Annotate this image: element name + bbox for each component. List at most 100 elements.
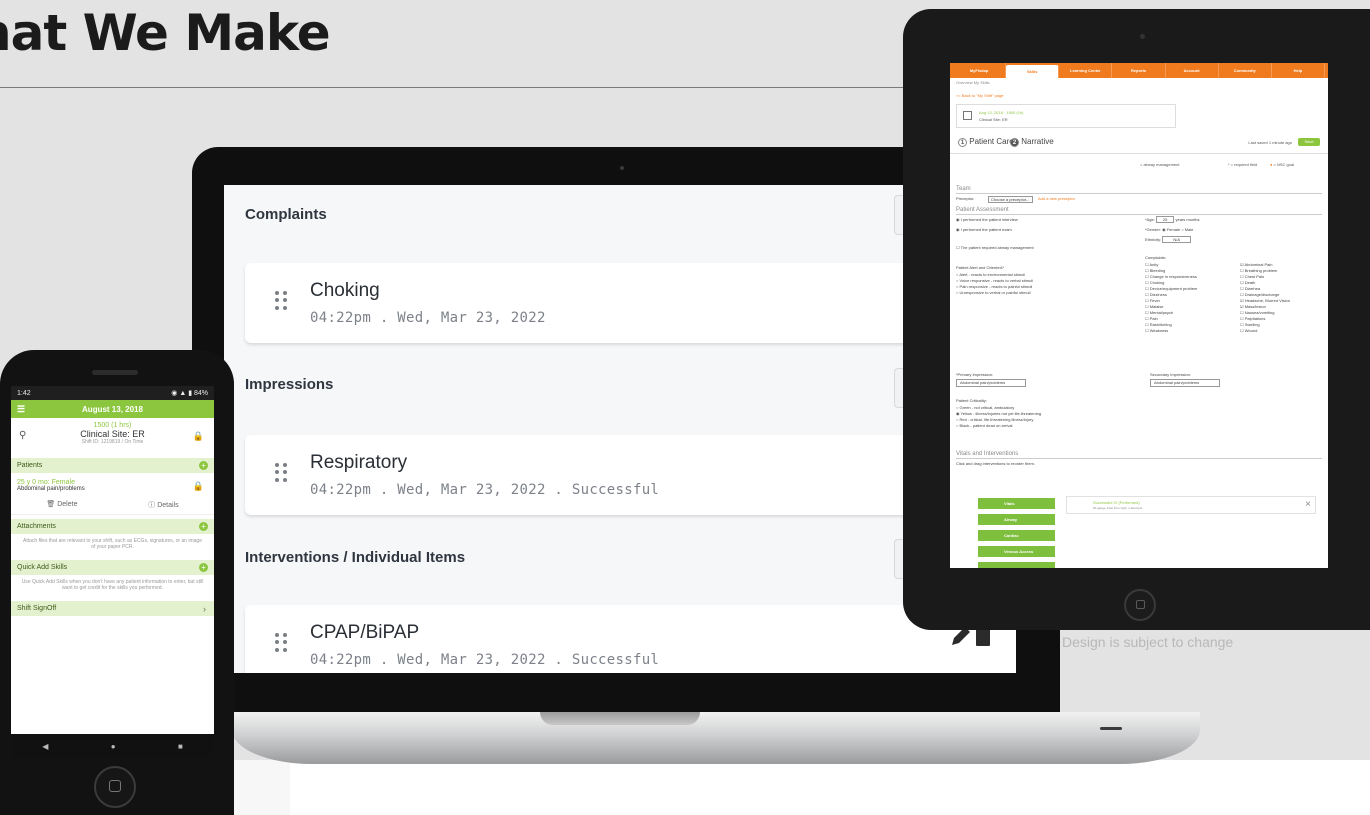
- add-preceptor-link[interactable]: Add a new preceptor: [1038, 196, 1075, 201]
- step-patient-care[interactable]: 1 Patient Care: [958, 137, 1014, 147]
- exam-check[interactable]: ◉ I performed the patient exam: [956, 227, 1012, 233]
- shift-datetime: Aug 13, 2018 · 1500 (1h): [979, 110, 1024, 115]
- secondary-impression[interactable]: Secondary Impression: Abdominal pain/pro…: [1150, 372, 1220, 387]
- criticality-option[interactable]: ○ Black - patient dead on arrival: [956, 423, 1041, 429]
- tab-learning-center[interactable]: Learning Center: [1059, 63, 1113, 78]
- preceptor-select[interactable]: Choose a preceptor...: [988, 196, 1033, 203]
- alert-option[interactable]: ○ Unresponsive to verbal or painful stim…: [956, 290, 1033, 296]
- interview-check[interactable]: ◉ I performed the patient interview: [956, 217, 1018, 223]
- calendar-icon: [963, 111, 972, 120]
- shift-info: ⚲ 1500 (1 hrs) Clinical Site: ER Shift I…: [11, 418, 214, 454]
- vitals-button[interactable]: Vitals: [978, 498, 1055, 509]
- details-button[interactable]: ⓘ Details: [148, 500, 178, 510]
- section-title-complaints: Complaints: [245, 206, 327, 223]
- quick-add-bar[interactable]: Quick Add Skills +: [11, 560, 214, 575]
- primary-impression[interactable]: *Primary Impression: Abdominal pain/prob…: [956, 372, 1026, 387]
- quick-add-note: Use Quick Add Skills when you don't have…: [21, 579, 204, 591]
- item-meta: 04:22pm . Wed, Mar 23, 2022: [310, 310, 546, 326]
- disclaimer: Design is subject to change: [1062, 634, 1234, 650]
- add-attachment-icon[interactable]: +: [199, 522, 208, 531]
- tablet-subnav[interactable]: Overview My Skills: [950, 78, 1328, 87]
- tablet-home-button[interactable]: [1124, 589, 1156, 621]
- patient-item[interactable]: 25 y 0 mo: Female Abdominal pain/problem…: [11, 473, 214, 515]
- intervention-row[interactable]: Successful IV (Performed) 20 gauge, Fast…: [1066, 496, 1316, 514]
- tablet-nav: MyFisdap Skills Learning Center Reports …: [950, 63, 1328, 78]
- complaint-checkbox[interactable]: ☐ Wound: [1240, 328, 1290, 334]
- tab-help[interactable]: Help: [1272, 63, 1325, 78]
- tab-myfisdap[interactable]: MyFisdap: [953, 63, 1007, 78]
- quick-add-icon[interactable]: +: [199, 563, 208, 572]
- bottom-white-block: [290, 760, 1370, 815]
- complaint-checkbox[interactable]: ☐ Weakness: [1145, 328, 1197, 334]
- status-time: 1:42: [17, 389, 31, 397]
- complaints-col1: Complaints: ☐ Anity ☐ Bleeding ☐ Change …: [1145, 255, 1198, 334]
- age-field[interactable]: *Age: 25 years months: [1145, 216, 1200, 223]
- tab-account[interactable]: Account: [1166, 63, 1219, 78]
- back-link[interactable]: << Back to "My Shift" page: [950, 87, 1328, 100]
- shift-signoff-bar[interactable]: Shift SignOff ›: [11, 601, 214, 616]
- list-item[interactable]: CPAP/BiPAP 04:22pm . Wed, Mar 23, 2022 .…: [245, 605, 1016, 673]
- item-name: CPAP/BiPAP: [310, 622, 420, 643]
- save-button[interactable]: Save: [1298, 138, 1320, 146]
- ethnicity-field[interactable]: Ethnicity: N/A: [1145, 236, 1192, 243]
- lock-icon[interactable]: 🔒: [193, 481, 204, 492]
- menu-icon[interactable]: ☰: [17, 404, 31, 415]
- shift-time: 1500 (1 hrs): [93, 422, 132, 429]
- attachments-note: Attach files that are relevant to your s…: [23, 538, 202, 550]
- recents-nav-icon[interactable]: ■: [178, 742, 183, 751]
- drag-handle-icon[interactable]: [275, 633, 287, 653]
- tab-skills[interactable]: Skills: [1006, 65, 1060, 78]
- phone-home-button[interactable]: [94, 766, 136, 808]
- legend-nsc: ● = NSC goal: [1270, 162, 1295, 167]
- drag-handle-icon[interactable]: [275, 291, 287, 311]
- add-patient-icon[interactable]: +: [199, 461, 208, 470]
- list-item[interactable]: Choking 04:22pm . Wed, Mar 23, 2022: [245, 263, 1016, 343]
- vitals-heading: Vitals and Interventions: [956, 451, 1322, 459]
- tablet-camera: [1140, 34, 1145, 39]
- airway-button[interactable]: Airway: [978, 514, 1055, 525]
- laptop-notch: [540, 712, 700, 725]
- attachments-bar[interactable]: Attachments +: [11, 519, 214, 534]
- back-nav-icon[interactable]: ◀: [42, 742, 48, 751]
- item-meta: 04:22pm . Wed, Mar 23, 2022 . Successful: [310, 652, 660, 668]
- shift-summary: Aug 13, 2018 · 1500 (1h) Clinical Site: …: [956, 104, 1176, 128]
- criticality-options: Patient Criticality: ○ Green - not criti…: [956, 398, 1042, 429]
- tab-community[interactable]: Community: [1219, 63, 1272, 78]
- legend: = airway management * = required field ●…: [950, 154, 1328, 184]
- section-title-impressions: Impressions: [245, 376, 334, 393]
- tablet-screen: MyFisdap Skills Learning Center Reports …: [950, 63, 1328, 568]
- item-meta: 04:22pm . Wed, Mar 23, 2022 . Successful: [310, 482, 660, 498]
- home-nav-icon[interactable]: ●: [111, 742, 116, 751]
- shift-site: Clinical Site: ER: [979, 117, 1008, 122]
- airway-check[interactable]: ☐ The patient required airway management: [956, 245, 1034, 251]
- list-item[interactable]: Respiratory 04:22pm . Wed, Mar 23, 2022 …: [245, 435, 1016, 515]
- heading-rule: [0, 87, 1000, 88]
- preceptor-row: Preceptor: Choose a preceptor... Add a n…: [956, 196, 1322, 205]
- last-saved: Last saved 1 minute ago: [1248, 140, 1292, 145]
- delete-button[interactable]: 🗑 Delete: [46, 500, 77, 510]
- preceptor-label: Preceptor:: [956, 196, 975, 201]
- patients-bar[interactable]: Patients +: [11, 458, 214, 473]
- section-title-interventions: Interventions / Individual Items: [245, 549, 466, 566]
- step-narrative[interactable]: 2 Narrative: [1010, 137, 1054, 147]
- legend-airway: = airway management: [1140, 162, 1180, 167]
- drag-note: Click and drag interventions to reorder …: [956, 461, 1035, 466]
- drag-handle-icon[interactable]: [275, 463, 287, 483]
- header-date: August 13, 2018: [82, 404, 143, 414]
- phone-header: ☰ August 13, 2018: [11, 400, 214, 418]
- step-tabs: 1 Patient Care 2 Narrative Last saved 1 …: [950, 132, 1328, 154]
- laptop-camera: [620, 166, 624, 170]
- lock-icon[interactable]: 🔒: [193, 431, 204, 442]
- meds-button[interactable]: [978, 562, 1055, 568]
- patient-age: 25 y 0 mo: Female: [17, 479, 75, 486]
- patient-condition: Abdominal pain/problems: [17, 486, 85, 492]
- venous-access-button[interactable]: Venous Access: [978, 546, 1055, 557]
- gender-field[interactable]: *Gender: ◉ Female ○ Male: [1145, 227, 1193, 233]
- chevron-right-icon: ›: [203, 603, 206, 614]
- tab-reports[interactable]: Reports: [1112, 63, 1166, 78]
- close-icon[interactable]: ×: [1305, 500, 1311, 510]
- cardiac-button[interactable]: Cardiac: [978, 530, 1055, 541]
- status-icons: ◉ ▲ ▮ 84%: [171, 390, 208, 397]
- complaints-col2: ☑ Abdominal Pain ☐ Breathing problem ☐ C…: [1240, 262, 1290, 334]
- laptop-base: [232, 712, 1200, 764]
